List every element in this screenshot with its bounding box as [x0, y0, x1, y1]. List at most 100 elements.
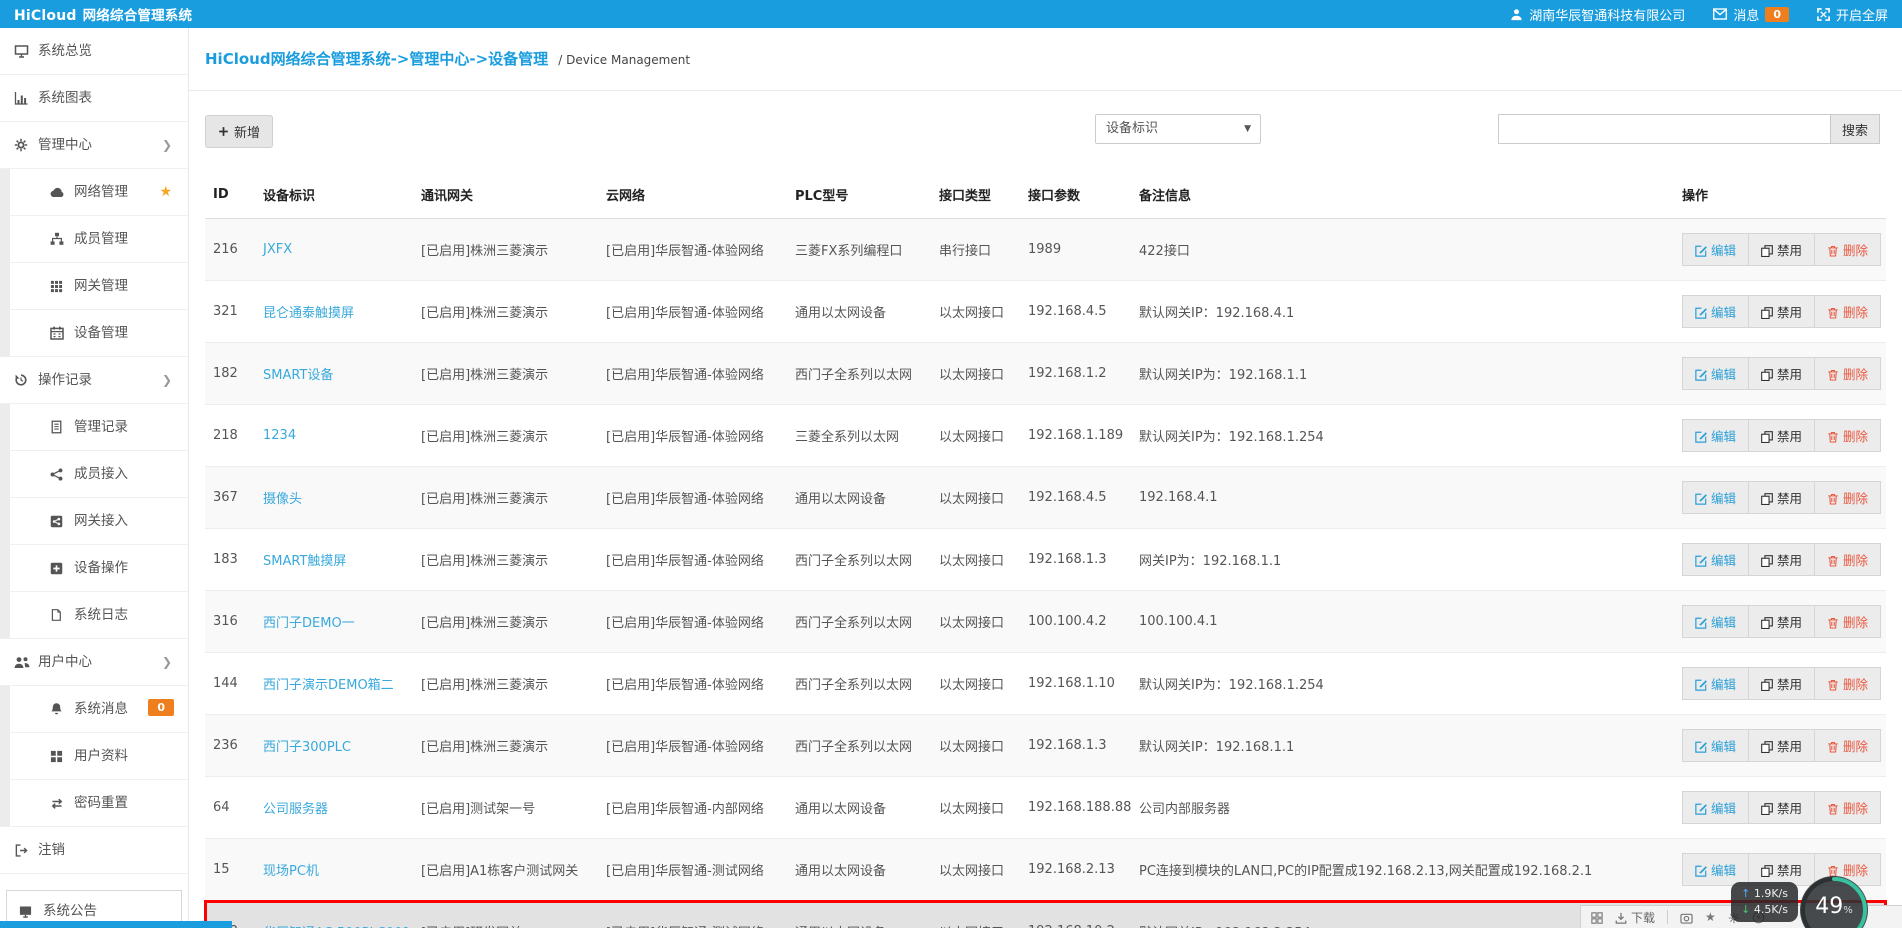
sidebar-item-user-profile[interactable]: 用户资料 [0, 733, 188, 780]
edit-button[interactable]: 编辑 [1682, 543, 1749, 576]
sidebar-item-label: 网关管理 [74, 278, 128, 294]
screenshot-tool-icon[interactable] [1680, 910, 1693, 924]
sidebar-item-user-center[interactable]: 用户中心❯ [0, 639, 188, 686]
account-menu[interactable]: 湖南华辰智通科技有限公司 [1510, 5, 1685, 24]
performance-ring-widget[interactable]: 49% [1796, 872, 1872, 928]
delete-button[interactable]: 删除 [1814, 791, 1881, 824]
delete-button[interactable]: 删除 [1814, 605, 1881, 638]
sidebar-item-member-manage[interactable]: 成员管理 [0, 216, 188, 263]
sidebar-item-system-messages[interactable]: 系统消息0 [0, 686, 188, 733]
disable-button[interactable]: 禁用 [1748, 481, 1815, 514]
edit-button[interactable]: 编辑 [1682, 233, 1749, 266]
device-name-link[interactable]: JXFX [263, 242, 292, 257]
sidebar-item-device-ops[interactable]: 设备操作 [0, 545, 188, 592]
delete-button[interactable]: 删除 [1814, 481, 1881, 514]
edit-button[interactable]: 编辑 [1682, 729, 1749, 762]
cell-device-name: SMART触摸屏 [255, 529, 413, 591]
search-input[interactable] [1498, 114, 1830, 144]
disable-button[interactable]: 禁用 [1748, 729, 1815, 762]
grid-tool-icon[interactable] [1591, 910, 1603, 924]
cell-actions: 编辑禁用 删除 [1674, 343, 1886, 405]
cell-cloud-network: [已启用]华辰智通-体验网络 [598, 281, 787, 343]
cell-remark: 默认网关IP：192.168.1.1 [1131, 715, 1674, 777]
edit-button[interactable]: 编辑 [1682, 667, 1749, 700]
table-row: 367摄像头[已启用]株洲三菱演示[已启用]华辰智通-体验网络通用以太网设备以太… [205, 467, 1886, 529]
cell-id: 216 [205, 219, 255, 281]
device-name-link[interactable]: SMART触摸屏 [263, 554, 346, 569]
device-name-link[interactable]: 公司服务器 [263, 802, 328, 817]
action-label: 编辑 [1711, 302, 1736, 321]
sidebar-item-system-logs[interactable]: 系统日志 [0, 592, 188, 639]
cell-device-name: 公司服务器 [255, 777, 413, 839]
cell-interface-param: 192.168.1.3 [1020, 529, 1131, 591]
device-name-link[interactable]: 1234 [263, 428, 296, 443]
sidebar-item-manage-records[interactable]: 管理记录 [0, 404, 188, 451]
search-button[interactable]: 搜索 [1830, 114, 1880, 144]
copy-icon [1761, 800, 1773, 815]
cell-cloud-network: [已启用]华辰智通-体验网络 [598, 343, 787, 405]
bell-icon [50, 686, 66, 732]
cell-gateway: [已启用]株洲三菱演示 [413, 653, 598, 715]
sidebar-item-label: 管理记录 [74, 419, 128, 435]
favorite-tool-icon[interactable]: ★ [1705, 910, 1716, 924]
edit-button[interactable]: 编辑 [1682, 481, 1749, 514]
sidebar-item-overview[interactable]: 系统总览 [0, 28, 188, 75]
sidebar-item-device-manage[interactable]: 设备管理 [0, 310, 188, 357]
delete-button[interactable]: 删除 [1814, 543, 1881, 576]
device-name-link[interactable]: 现场PC机 [263, 864, 319, 879]
edit-button[interactable]: 编辑 [1682, 295, 1749, 328]
disable-button[interactable]: 禁用 [1748, 233, 1815, 266]
edit-button[interactable]: 编辑 [1682, 605, 1749, 638]
device-name-link[interactable]: 西门子演示DEMO箱二 [263, 678, 394, 693]
disable-button[interactable]: 禁用 [1748, 419, 1815, 452]
pencil-icon [1695, 676, 1707, 691]
favorite-star-icon[interactable]: ★ [159, 169, 172, 215]
pencil-icon [1695, 614, 1707, 629]
sidebar-item-gateway-access[interactable]: 网关接入 [0, 498, 188, 545]
cell-cloud-network: [已启用]华辰智通-体验网络 [598, 653, 787, 715]
sidebar-item-network-manage[interactable]: 网络管理★ [0, 169, 188, 216]
disable-button[interactable]: 禁用 [1748, 791, 1815, 824]
device-name-link[interactable]: 西门子300PLC [263, 740, 351, 755]
device-name-link[interactable]: 摄像头 [263, 492, 302, 507]
envelope-icon [1713, 7, 1727, 22]
disable-button[interactable]: 禁用 [1748, 543, 1815, 576]
disable-button[interactable]: 禁用 [1748, 667, 1815, 700]
edit-button[interactable]: 编辑 [1682, 357, 1749, 390]
table-row: 64公司服务器[已启用]测试架一号[已启用]华辰智通-内部网络通用以太网设备以太… [205, 777, 1886, 839]
edit-button[interactable]: 编辑 [1682, 791, 1749, 824]
delete-button[interactable]: 删除 [1814, 357, 1881, 390]
action-label: 删除 [1843, 364, 1868, 383]
delete-button[interactable]: 删除 [1814, 295, 1881, 328]
cell-actions: 编辑禁用删除 [1674, 529, 1886, 591]
fullscreen-toggle[interactable]: 开启全屏 [1817, 5, 1888, 24]
copy-icon [1761, 304, 1773, 319]
sidebar-item-op-records[interactable]: 操作记录❯ [0, 357, 188, 404]
sidebar-item-logout[interactable]: 注销 [0, 827, 188, 874]
cell-interface-type: 以太网接口 [931, 715, 1020, 777]
cell-id: 15 [205, 839, 255, 901]
delete-button[interactable]: 删除 [1814, 667, 1881, 700]
sidebar-item-gateway-manage[interactable]: 网关管理 [0, 263, 188, 310]
trash-icon [1827, 304, 1839, 319]
sidebar-item-password-reset[interactable]: 密码重置 [0, 780, 188, 827]
add-device-button[interactable]: 新增 [205, 115, 273, 148]
disable-button[interactable]: 禁用 [1748, 357, 1815, 390]
device-name-link[interactable]: 西门子DEMO一 [263, 616, 355, 631]
delete-button[interactable]: 删除 [1814, 729, 1881, 762]
table-row: 2181234[已启用]株洲三菱演示[已启用]华辰智通-体验网络三菱全系列以太网… [205, 405, 1886, 467]
sidebar-item-manage-center[interactable]: 管理中心❯ [0, 122, 188, 169]
disable-button[interactable]: 禁用 [1748, 605, 1815, 638]
device-name-link[interactable]: SMART设备 [263, 368, 333, 383]
messages-menu[interactable]: 消息 0 [1713, 5, 1789, 24]
edit-button[interactable]: 编辑 [1682, 419, 1749, 452]
sidebar-item-member-access[interactable]: 成员接入 [0, 451, 188, 498]
delete-button[interactable]: 删除 [1814, 419, 1881, 452]
filter-field-select[interactable]: 设备标识 ▼ [1095, 114, 1261, 144]
device-name-link[interactable]: 昆仑通泰触摸屏 [263, 306, 354, 321]
disable-button[interactable]: 禁用 [1748, 295, 1815, 328]
sidebar-item-charts[interactable]: 系统图表 [0, 75, 188, 122]
delete-button[interactable]: 删除 [1814, 233, 1881, 266]
download-tool[interactable]: 下载 [1615, 909, 1655, 926]
sidebar-item-label: 系统消息 [74, 701, 128, 717]
